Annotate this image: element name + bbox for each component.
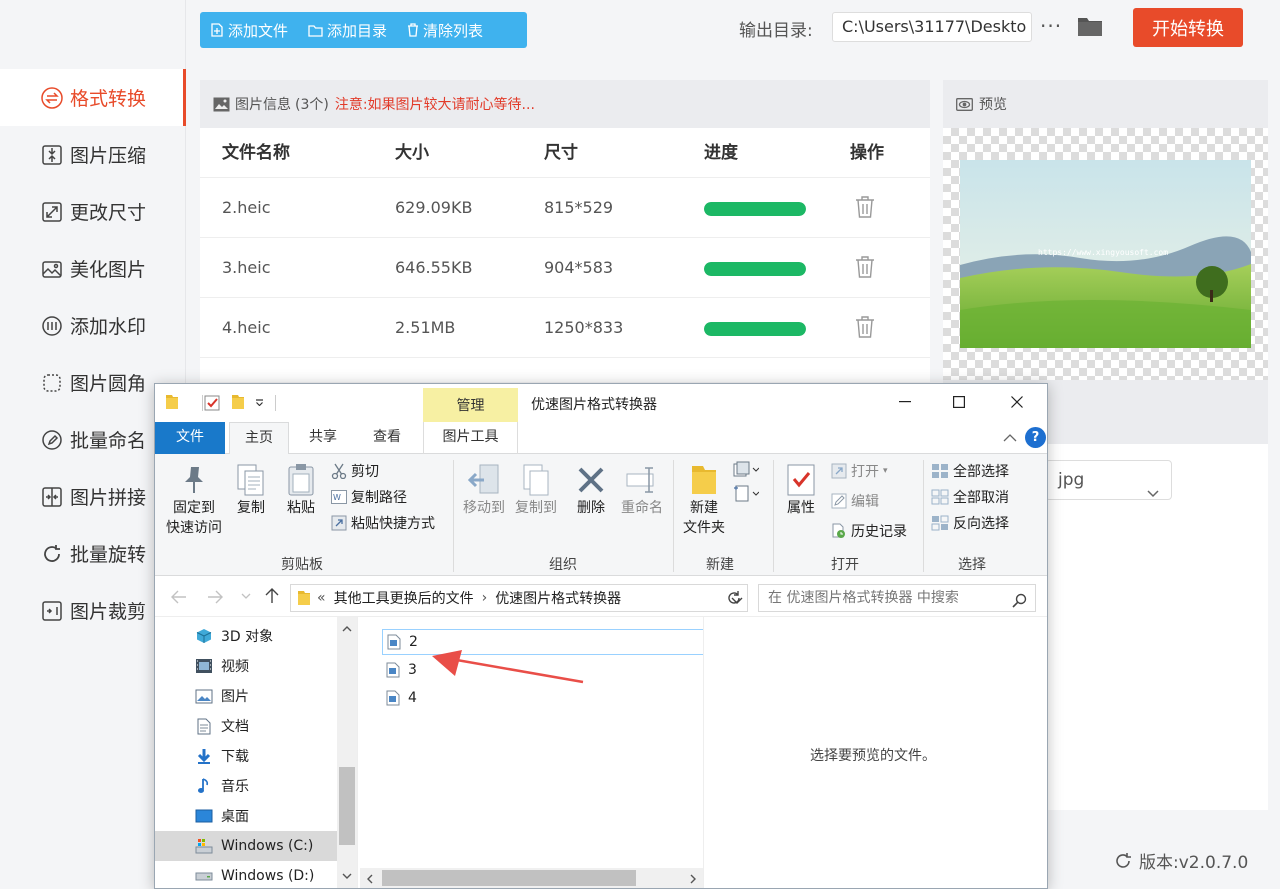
sidebar-item-watermark[interactable]: 添加水印	[0, 297, 186, 354]
compress-icon	[40, 143, 64, 167]
refresh-icon	[1113, 851, 1133, 871]
output-more-button[interactable]: ···	[1040, 14, 1062, 38]
header-filename: 文件名称	[222, 143, 290, 163]
sidebar-item-format-convert[interactable]: 格式转换	[0, 69, 186, 126]
header-dimensions: 尺寸	[544, 143, 578, 163]
trash-icon	[856, 316, 874, 338]
file-name: 3.heic	[222, 258, 271, 277]
output-directory-input[interactable]: C:\Users\31177\Deskto	[832, 12, 1032, 42]
trash-icon	[856, 256, 874, 278]
beautify-icon	[40, 257, 64, 281]
add-file-button[interactable]: 添加文件	[200, 12, 298, 48]
file-size: 629.09KB	[395, 198, 473, 217]
header-size: 大小	[395, 143, 429, 163]
file-size: 2.51MB	[395, 318, 456, 337]
sidebar-item-compress[interactable]: 图片压缩	[0, 126, 186, 183]
stitch-icon	[40, 485, 64, 509]
table-row: 2.heic 629.09KB 815*529	[200, 178, 930, 238]
eye-icon	[956, 97, 973, 111]
crop-icon	[40, 599, 64, 623]
open-folder-button[interactable]	[1077, 15, 1103, 41]
delete-row-button[interactable]	[855, 195, 875, 223]
file-toolbar: 添加文件 添加目录 清除列表	[200, 12, 527, 48]
clear-list-label: 清除列表	[423, 21, 484, 40]
sidebar-item-beautify[interactable]: 美化图片	[0, 240, 186, 297]
file-table: 文件名称 大小 尺寸 进度 操作 2.heic 629.09KB 815*529…	[200, 128, 930, 382]
start-convert-button[interactable]: 开始转换	[1133, 8, 1243, 47]
add-file-label: 添加文件	[228, 21, 289, 40]
file-explorer-window: 管理 优速图片格式转换器 文件 主页 共享 查看 图片工具 ? 固定到 快速访问…	[154, 383, 1048, 889]
sidebar-item-label: 图片压缩	[70, 145, 147, 167]
sidebar-item-resize[interactable]: 更改尺寸	[0, 183, 186, 240]
progress-fill	[704, 202, 806, 216]
sidebar-item-label: 添加水印	[70, 316, 147, 338]
progress-fill	[704, 262, 806, 276]
preview-watermark: https://www.xingyousoft.com	[1038, 248, 1169, 257]
progress-bar	[704, 202, 806, 216]
round-corner-icon	[40, 371, 64, 395]
file-name: 4.heic	[222, 318, 271, 337]
preview-title: 预览	[979, 97, 1007, 113]
table-row: 4.heic 2.51MB 1250*833	[200, 298, 930, 358]
output-directory-label: 输出目录:	[739, 21, 813, 41]
output-format-value: jpg	[1058, 470, 1085, 490]
sidebar-item-label: 图片圆角	[70, 373, 147, 395]
rename-icon	[40, 428, 64, 452]
sidebar-item-label: 图片拼接	[70, 487, 147, 509]
file-dimensions: 904*583	[544, 258, 614, 277]
format-convert-icon	[40, 86, 64, 110]
notice-text: 注意:如果图片较大请耐心等待...	[334, 97, 535, 113]
add-folder-icon	[308, 24, 323, 37]
header-progress: 进度	[704, 143, 738, 163]
resize-icon	[40, 200, 64, 224]
progress-bar	[704, 322, 806, 336]
image-count: (3个)	[295, 97, 329, 113]
sidebar-item-label: 图片裁剪	[70, 601, 147, 623]
file-size: 646.55KB	[395, 258, 473, 277]
delete-row-button[interactable]	[855, 255, 875, 283]
watermark-icon	[40, 314, 64, 338]
delete-row-button[interactable]	[855, 315, 875, 343]
header-actions: 操作	[850, 143, 884, 163]
sidebar-item-label: 美化图片	[70, 259, 147, 281]
clear-list-button[interactable]: 清除列表	[397, 12, 493, 48]
annotation-arrow	[432, 650, 584, 684]
table-header: 文件名称 大小 尺寸 进度 操作	[200, 128, 930, 178]
preview-image: https://www.xingyousoft.com	[960, 160, 1251, 348]
image-info-title: 图片信息	[235, 97, 291, 113]
file-name: 2.heic	[222, 198, 271, 217]
trash-icon	[856, 196, 874, 218]
image-icon	[213, 97, 230, 112]
output-format-select[interactable]: jpg	[1045, 460, 1172, 500]
progress-bar	[704, 262, 806, 276]
rotate-icon	[40, 542, 64, 566]
sidebar-item-label: 格式转换	[70, 88, 147, 110]
file-dimensions: 815*529	[544, 198, 614, 217]
folder-icon	[1078, 18, 1102, 36]
progress-fill	[704, 322, 806, 336]
add-file-icon	[210, 23, 224, 37]
sidebar-item-label: 批量旋转	[70, 544, 147, 566]
preview-header: 预览	[943, 80, 1268, 128]
trash-icon	[407, 23, 419, 37]
version-info[interactable]: 版本:v2.0.7.0	[1113, 848, 1248, 873]
file-dimensions: 1250*833	[544, 318, 624, 337]
preview-canvas: https://www.xingyousoft.com	[943, 128, 1268, 380]
version-text: 版本:v2.0.7.0	[1139, 853, 1249, 873]
chevron-down-icon	[1147, 474, 1159, 512]
table-row: 3.heic 646.55KB 904*583	[200, 238, 930, 298]
image-info-bar: 图片信息 (3个) 注意:如果图片较大请耐心等待...	[200, 80, 930, 128]
add-folder-label: 添加目录	[327, 21, 388, 40]
add-folder-button[interactable]: 添加目录	[298, 12, 397, 48]
sidebar-item-label: 更改尺寸	[70, 202, 147, 224]
sidebar-item-label: 批量命名	[70, 430, 147, 452]
